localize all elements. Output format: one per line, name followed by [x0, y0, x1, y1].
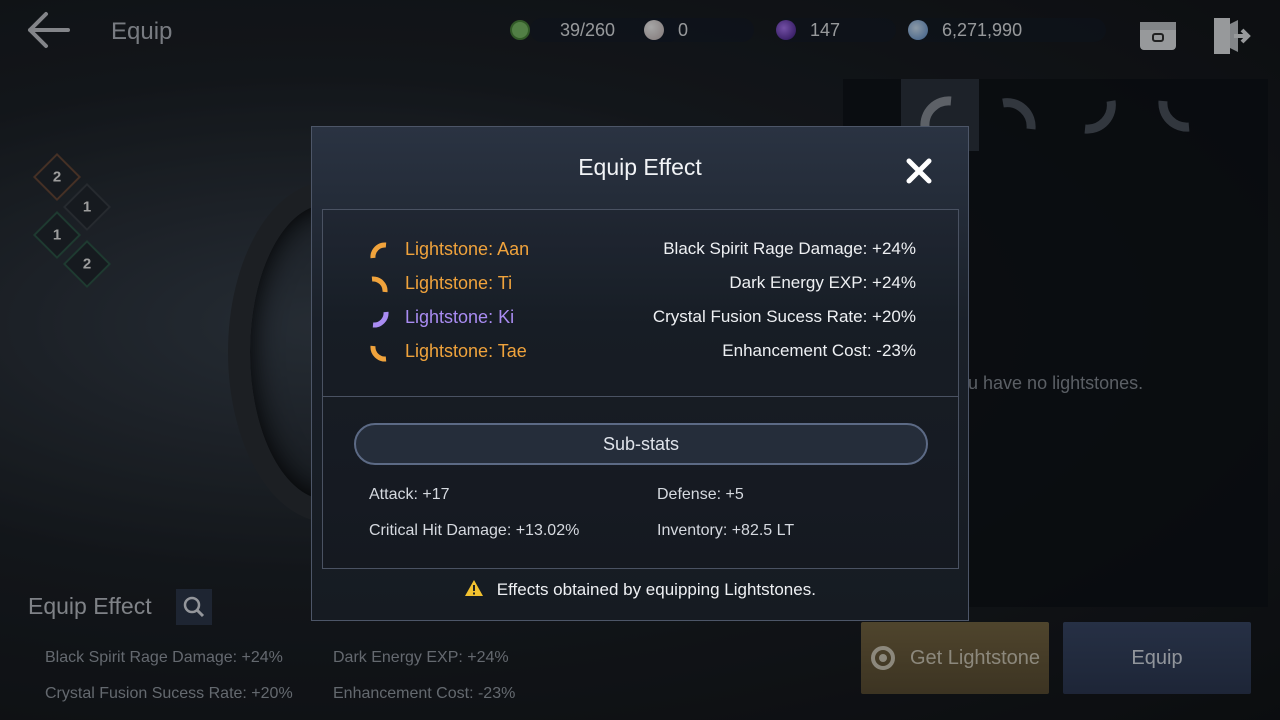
substat: Defense: +5 — [657, 486, 744, 503]
lightstone-name: Lightstone: Aan — [405, 239, 530, 259]
footnote: Effects obtained by equipping Lightstone… — [312, 579, 968, 600]
lightstone-name: Lightstone: Ki — [405, 307, 515, 327]
substat: Inventory: +82.5 LT — [657, 522, 795, 539]
lightstone-name: Lightstone: Tae — [405, 341, 527, 361]
lightstone-tae-icon — [370, 345, 387, 362]
lightstone-effect: Black Spirit Rage Damage: +24% — [663, 239, 916, 258]
divider — [323, 396, 958, 397]
lightstone-name: Lightstone: Ti — [405, 273, 513, 293]
warning-icon — [465, 580, 484, 596]
footnote-text: Effects obtained by equipping Lightstone… — [496, 580, 816, 599]
close-icon[interactable] — [899, 151, 939, 191]
lightstone-ki-icon — [372, 311, 389, 328]
lightstone-row: Lightstone: Ki Crystal Fusion Sucess Rat… — [323, 304, 958, 334]
effects-box: Lightstone: Aan Black Spirit Rage Damage… — [322, 209, 959, 569]
lightstone-effect: Crystal Fusion Sucess Rate: +20% — [652, 307, 916, 326]
lightstone-effect: Dark Energy EXP: +24% — [729, 273, 916, 292]
substat: Critical Hit Damage: +13.02% — [369, 522, 580, 539]
lightstone-row: Lightstone: Aan Black Spirit Rage Damage… — [323, 236, 958, 266]
substats-header: Sub-stats — [354, 423, 928, 465]
lightstone-row: Lightstone: Ti Dark Energy EXP: +24% — [323, 270, 958, 300]
lightstone-ti-icon — [371, 276, 388, 293]
lightstone-aan-icon — [370, 242, 387, 259]
modal-title: Equip Effect — [578, 154, 702, 180]
substat: Attack: +17 — [369, 486, 450, 503]
lightstone-effect: Enhancement Cost: -23% — [722, 341, 916, 360]
equip-effect-modal: Equip Effect Lightstone: Aan Black Spiri… — [311, 126, 969, 621]
lightstone-row: Lightstone: Tae Enhancement Cost: -23% — [323, 338, 958, 368]
